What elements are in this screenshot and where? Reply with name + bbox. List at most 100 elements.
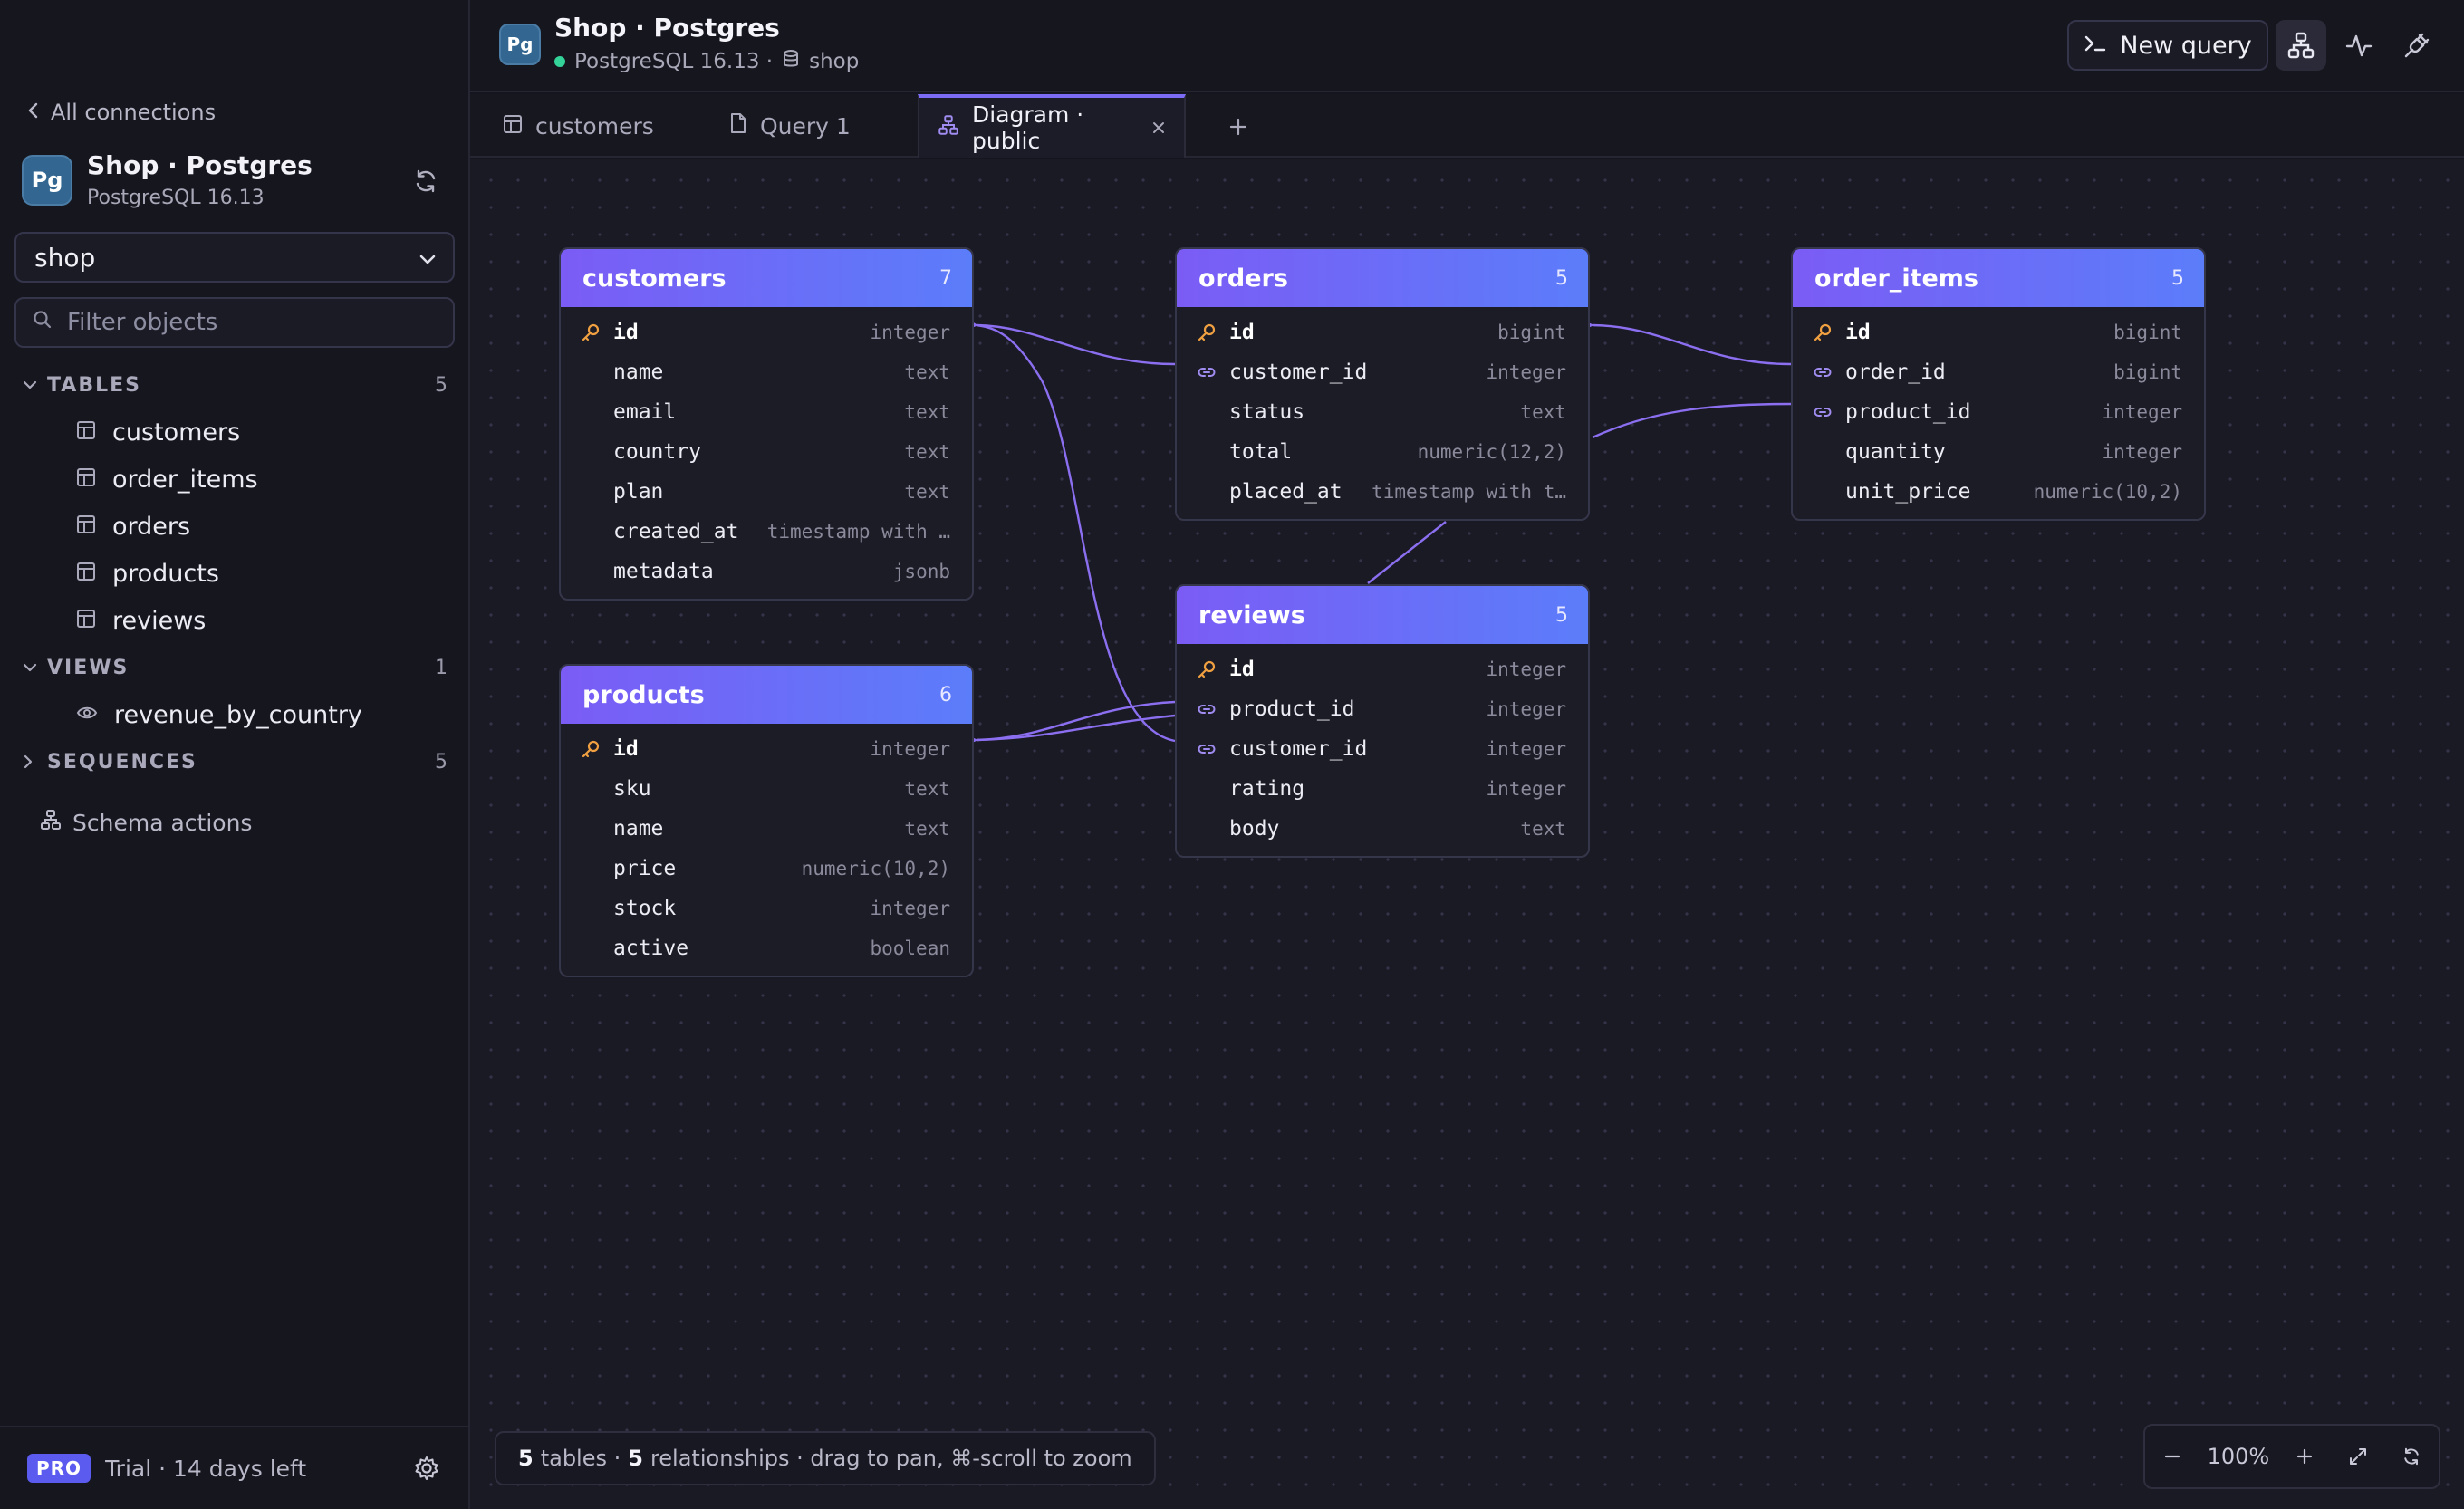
activity-icon <box>2345 34 2373 57</box>
back-link-label: All connections <box>51 100 217 125</box>
column-row[interactable]: total numeric(12,2) <box>1177 432 1588 472</box>
postgres-logo: Pg <box>499 24 541 65</box>
refresh-connection-button[interactable] <box>411 167 440 196</box>
table-columns: id integer name text email text country text pla… <box>561 307 972 599</box>
column-row[interactable]: product_id integer <box>1177 689 1588 729</box>
table-card-header[interactable]: customers 7 <box>561 249 972 307</box>
add-tab-button[interactable] <box>1220 109 1256 145</box>
schema-icon <box>40 809 62 836</box>
column-name: total <box>1229 440 1293 464</box>
close-tab-button[interactable] <box>1151 120 1166 135</box>
column-type: bigint <box>2113 322 2182 343</box>
table-card-header[interactable]: order_items 5 <box>1793 249 2204 307</box>
table-columns: id bigint order_id bigint product_id integer q… <box>1793 307 2204 519</box>
chevron-down-icon <box>22 662 47 673</box>
settings-button[interactable] <box>412 1454 441 1483</box>
sidebar-item-revenue-by-country[interactable]: revenue_by_country <box>76 695 362 735</box>
column-count: 6 <box>939 683 952 706</box>
table-card-order-items[interactable]: order_items 5 id bigint order_id bigint prod… <box>1791 247 2206 521</box>
column-type: text <box>1520 818 1566 840</box>
column-row[interactable]: customer_id integer <box>1177 352 1588 392</box>
table-card-reviews[interactable]: reviews 5 id integer product_id integer cust… <box>1175 584 1590 858</box>
sequences-section-toggle[interactable]: SEQUENCES 5 <box>22 744 448 780</box>
column-row[interactable]: placed_at timestamp with t… <box>1177 472 1588 512</box>
primary-key-icon <box>1813 322 1845 342</box>
sidebar-item-label: orders <box>112 512 191 541</box>
column-row[interactable]: price numeric(10,2) <box>561 849 972 889</box>
tab-customers[interactable]: customers <box>485 94 693 158</box>
column-row[interactable]: email text <box>561 392 972 432</box>
column-row[interactable]: status text <box>1177 392 1588 432</box>
disconnect-button[interactable] <box>2392 20 2442 71</box>
tables-section-toggle[interactable]: TABLES 5 <box>22 367 448 403</box>
sidebar-item-reviews[interactable]: reviews <box>76 601 206 640</box>
sidebar-item-label: reviews <box>112 606 207 635</box>
relationships-count: 5 <box>628 1446 643 1471</box>
column-row[interactable]: sku text <box>561 769 972 809</box>
column-row[interactable]: body text <box>1177 809 1588 849</box>
column-row[interactable]: country text <box>561 432 972 472</box>
diagram-view-button[interactable] <box>2276 20 2326 71</box>
table-card-products[interactable]: products 6 id integer sku text name text price… <box>559 664 974 977</box>
database-select[interactable]: shop <box>14 232 455 283</box>
new-query-button[interactable]: New query <box>2067 20 2268 71</box>
column-row[interactable]: customer_id integer <box>1177 729 1588 769</box>
column-name: body <box>1229 817 1280 841</box>
table-icon <box>76 466 96 494</box>
column-row[interactable]: active boolean <box>561 928 972 968</box>
sidebar-item-order-items[interactable]: order_items <box>76 459 258 499</box>
sidebar-item-customers[interactable]: customers <box>76 412 240 452</box>
column-row[interactable]: id bigint <box>1793 312 2204 352</box>
table-card-customers[interactable]: customers 7 id integer name text email text co… <box>559 247 974 601</box>
connection-name: Shop · Postgres <box>87 150 313 180</box>
column-row[interactable]: stock integer <box>561 889 972 928</box>
column-type: text <box>1520 401 1566 423</box>
back-to-connections-link[interactable]: All connections <box>27 96 216 129</box>
table-card-orders[interactable]: orders 5 id bigint customer_id integer statu… <box>1175 247 1590 521</box>
tab-bar: customers Query 1 Diagram · public <box>470 94 2464 158</box>
sidebar: All connections Pg Shop · Postgres Postg… <box>0 0 470 1509</box>
tables-count: 5 <box>518 1446 534 1471</box>
column-name: sku <box>613 777 651 801</box>
tab-query-1[interactable]: Query 1 <box>711 94 919 158</box>
column-row[interactable]: id integer <box>1177 649 1588 689</box>
schema-actions-button[interactable]: Schema actions <box>40 804 252 841</box>
column-row[interactable]: quantity integer <box>1793 432 2204 472</box>
plus-icon <box>1229 118 1247 136</box>
column-row[interactable]: order_id bigint <box>1793 352 2204 392</box>
top-header: Pg Shop · Postgres PostgreSQL 16.13 · sh… <box>470 0 2464 92</box>
column-row[interactable]: created_at timestamp with … <box>561 512 972 552</box>
zoom-in-button[interactable] <box>2286 1438 2323 1475</box>
reset-layout-button[interactable] <box>2393 1438 2430 1475</box>
column-count: 5 <box>2171 266 2184 290</box>
column-row[interactable]: id integer <box>561 312 972 352</box>
table-card-header[interactable]: products 6 <box>561 666 972 724</box>
zoom-out-button[interactable] <box>2154 1438 2190 1475</box>
database-select-value: shop <box>34 242 96 273</box>
sidebar-item-orders[interactable]: orders <box>76 506 190 546</box>
column-row[interactable]: product_id integer <box>1793 392 2204 432</box>
table-card-header[interactable]: reviews 5 <box>1177 586 1588 644</box>
column-type: integer <box>1486 658 1566 680</box>
column-row[interactable]: metadata jsonb <box>561 552 972 591</box>
table-card-header[interactable]: orders 5 <box>1177 249 1588 307</box>
fit-view-button[interactable] <box>2340 1438 2376 1475</box>
column-name: stock <box>613 897 677 920</box>
column-row[interactable]: plan text <box>561 472 972 512</box>
views-section-toggle[interactable]: VIEWS 1 <box>22 649 448 686</box>
column-name: active <box>613 937 689 960</box>
column-row[interactable]: rating integer <box>1177 769 1588 809</box>
activity-button[interactable] <box>2334 20 2384 71</box>
diagram-icon <box>2287 32 2315 59</box>
column-row[interactable]: id bigint <box>1177 312 1588 352</box>
table-name: products <box>582 680 705 709</box>
filter-objects-input[interactable]: Filter objects <box>14 297 455 348</box>
tab-diagram-public[interactable]: Diagram · public <box>918 94 1186 158</box>
column-name: id <box>613 321 639 344</box>
column-row[interactable]: unit_price numeric(10,2) <box>1793 472 2204 512</box>
column-row[interactable]: name text <box>561 809 972 849</box>
table-name: reviews <box>1198 601 1305 630</box>
column-row[interactable]: id integer <box>561 729 972 769</box>
column-row[interactable]: name text <box>561 352 972 392</box>
sidebar-item-products[interactable]: products <box>76 553 219 593</box>
